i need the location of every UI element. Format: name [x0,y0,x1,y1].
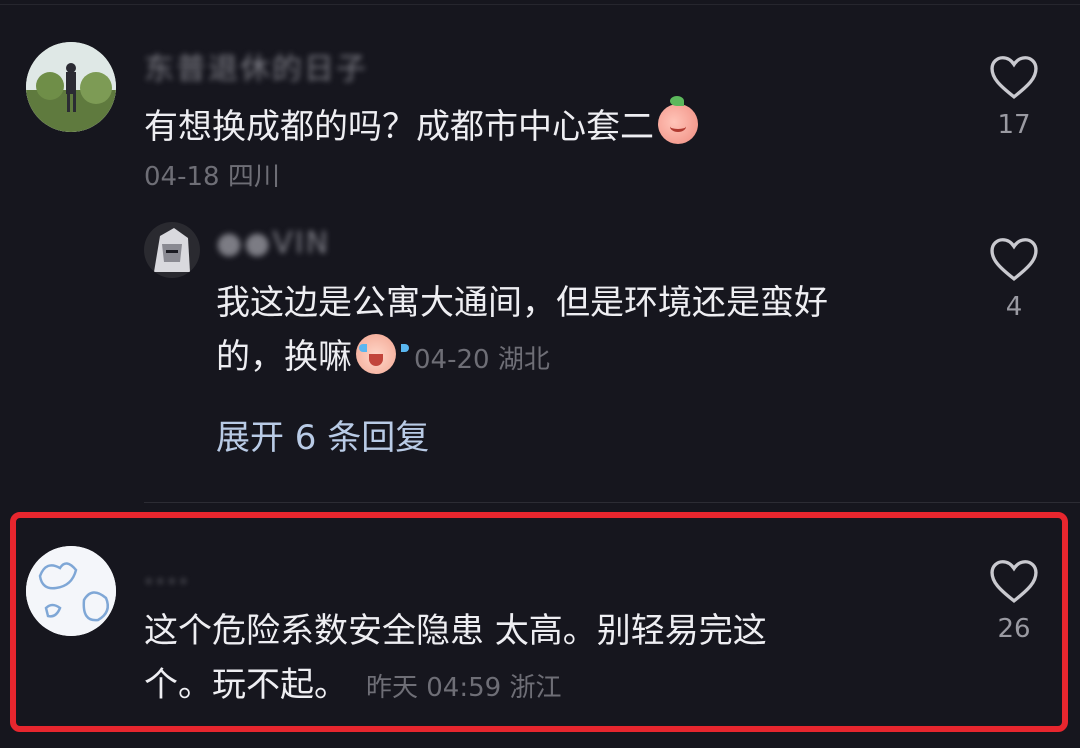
peach-emoji-icon [658,96,698,144]
like-count: 17 [997,110,1031,140]
heart-outline-icon [990,560,1038,603]
comment-text: 这个危险系数安全隐患 太高。别轻易完这 个。玩不起。 昨天 04:59 浙江 [144,604,767,715]
like-count: 4 [1005,292,1023,322]
heart-outline-icon [990,238,1038,281]
avatar-photo-icon [144,222,200,278]
avatar-photo-icon [26,42,116,132]
comment-text-line: 我这边是公寓大通间，但是环境还是蛮好 [216,283,828,323]
like-button[interactable]: 17 [984,54,1044,140]
comment-username[interactable]: .... [144,556,190,591]
avatar[interactable] [26,546,116,636]
comment-text-line: 有想换成都的吗？成都市中心套二 [144,107,654,147]
comment-meta: 04-20 湖北 [414,345,550,375]
comment-text: 有想换成都的吗？成都市中心套二 [144,96,698,154]
like-count: 26 [997,614,1031,644]
comment-meta: 昨天 04:59 浙江 [366,673,562,703]
comment-text-line: 个。玩不起。 昨天 04:59 浙江 [144,665,562,705]
avatar[interactable] [144,222,200,278]
avatar-doodle-icon [26,546,116,636]
comment-text-line: 的，换嘛 04-20 湖北 [216,330,828,387]
expand-replies-link[interactable]: 展开 6 条回复 [216,410,429,459]
comment-username[interactable]: 东普退休的日子 [144,44,368,88]
comment-username[interactable]: ●●VIN [216,226,330,261]
like-button[interactable]: 4 [984,236,1044,322]
heart-outline-icon [990,56,1038,99]
comment-text-line: 这个危险系数安全隐患 太高。别轻易完这 [144,611,767,651]
comment-text: 我这边是公寓大通间，但是环境还是蛮好 的，换嘛 04-20 湖北 [216,276,828,387]
top-divider [0,4,1080,5]
comment-divider [144,502,1080,503]
like-button[interactable]: 26 [984,558,1044,644]
avatar[interactable] [26,42,116,132]
laugh-cry-emoji-icon [356,334,409,374]
comment-meta: 04-18 四川 [144,162,280,192]
